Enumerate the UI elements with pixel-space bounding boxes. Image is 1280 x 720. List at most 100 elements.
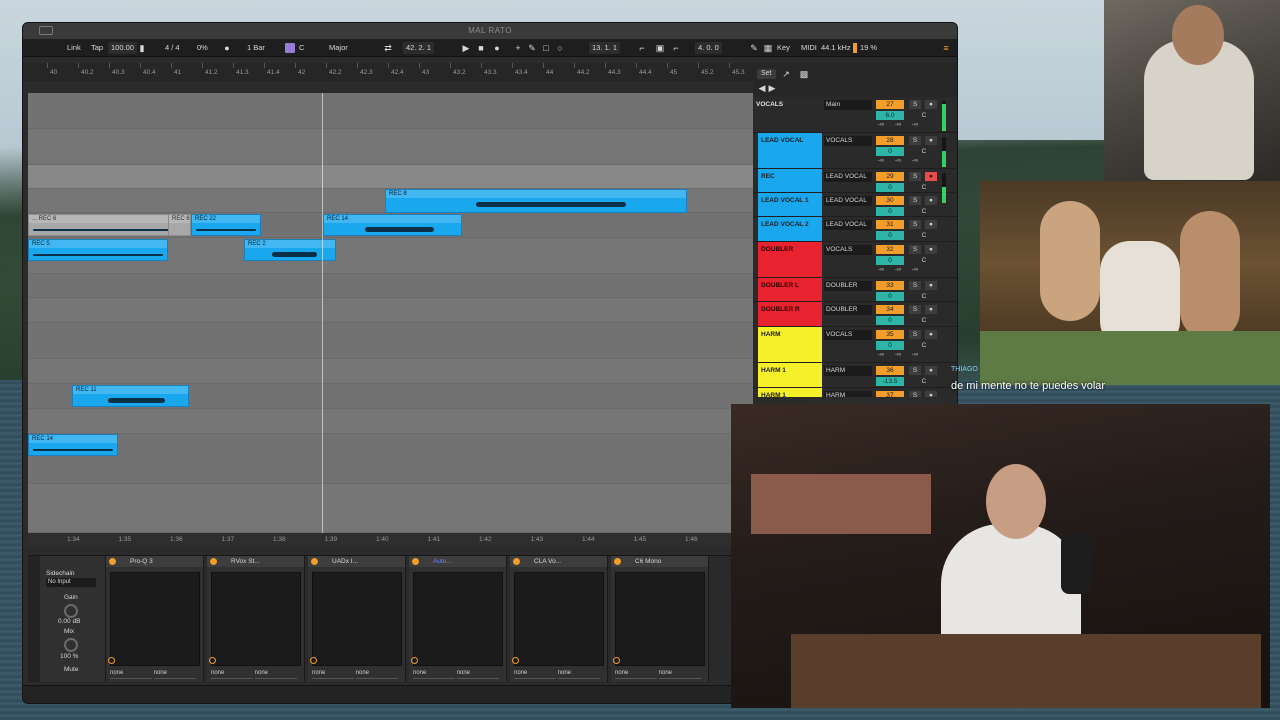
loop-length[interactable]: 4. 0. 0 (695, 42, 722, 54)
arm-button[interactable]: ● (925, 245, 937, 254)
output-routing-select[interactable]: VOCALS (824, 245, 872, 255)
device-knob[interactable] (613, 657, 620, 664)
device-routing[interactable]: none none (615, 668, 705, 679)
audio-clip[interactable]: REC 5 (28, 239, 168, 261)
track-volume[interactable]: 0 (876, 341, 904, 350)
device-title[interactable]: Auto... (409, 556, 506, 567)
audio-clip[interactable]: ... REC 6 (28, 214, 191, 236)
output-routing-select[interactable]: HARM (824, 366, 872, 376)
device-knob[interactable] (512, 657, 519, 664)
audio-clip[interactable]: REC 8 (385, 189, 687, 213)
device-power-icon[interactable] (614, 558, 621, 565)
record-mode-icon[interactable]: ● (222, 43, 232, 53)
scale-select[interactable]: Major (329, 42, 348, 54)
output-routing-select[interactable]: DOUBLER (824, 281, 872, 291)
midi-map-button[interactable]: MIDI (801, 42, 817, 54)
beat-ruler[interactable]: 40 40.2 40.3 40.4 41 41.2 41.3 41.4 42 42.2 42.3 42… (23, 63, 753, 81)
device-power-icon[interactable] (412, 558, 419, 565)
lane[interactable] (28, 165, 753, 189)
track-volume[interactable]: 0 (876, 183, 904, 192)
track-header[interactable]: LEAD VOCAL 1 LEAD VOCAL 30 S ● 0 C (753, 193, 957, 217)
time-signature[interactable]: 4 / 4 (165, 42, 180, 54)
track-activator[interactable]: 30 (876, 196, 904, 205)
record-icon[interactable]: ● (492, 43, 502, 53)
plugin-device[interactable]: Pro-Q 3 none none (106, 556, 204, 682)
arm-button[interactable]: ● (925, 196, 937, 205)
track-activator[interactable]: 36 (876, 366, 904, 375)
device-power-icon[interactable] (311, 558, 318, 565)
pan-control[interactable]: C (919, 256, 929, 265)
arm-button[interactable]: ● (925, 391, 937, 397)
scale-mode-icon[interactable] (285, 43, 295, 53)
key-map-button[interactable]: Key (777, 42, 790, 54)
device-routing[interactable]: none none (514, 668, 604, 679)
track-header[interactable]: HARM VOCALS 35 S ● 0 C -∞ -∞ -∞ (753, 327, 957, 363)
plugin-window[interactable] (312, 572, 402, 666)
sidechain-input-select[interactable]: No Input (46, 578, 96, 587)
device-title[interactable]: Pro-Q 3 (106, 556, 203, 567)
quantize-select[interactable]: 1 Bar (247, 42, 265, 54)
track-name[interactable]: LEAD VOCAL 1 (758, 193, 822, 216)
arm-button[interactable]: ● (925, 136, 937, 145)
lane[interactable] (28, 129, 753, 165)
plugin-window[interactable] (413, 572, 503, 666)
track-name[interactable]: LEAD VOCAL 2 (758, 217, 822, 241)
pan-control[interactable]: C (919, 207, 929, 216)
plugin-device[interactable]: UADx I... none none (308, 556, 406, 682)
device-routing[interactable]: none none (211, 668, 301, 679)
draw-mode-icon[interactable]: ✎ (749, 43, 759, 53)
lane[interactable] (28, 359, 753, 384)
nav-prev-icon[interactable]: ◀ (757, 83, 767, 93)
audio-clip[interactable]: REC 14 (323, 214, 462, 236)
output-routing-select[interactable]: VOCALS (824, 136, 872, 146)
loop-icon[interactable]: ○ (555, 43, 565, 53)
device-knob[interactable] (411, 657, 418, 664)
solo-button[interactable]: S (909, 305, 921, 314)
device-knob[interactable] (209, 657, 216, 664)
tempo-field[interactable]: 100.00 (108, 42, 137, 54)
overdub-icon[interactable]: + (513, 43, 523, 53)
track-activator[interactable]: 32 (876, 245, 904, 254)
audio-clip[interactable]: REC 22 (191, 214, 261, 236)
nav-next-icon[interactable]: ▶ (767, 83, 777, 93)
device-title[interactable]: UADx I... (308, 556, 405, 567)
lane[interactable] (28, 409, 753, 434)
pan-control[interactable]: C (919, 341, 929, 350)
track-name[interactable]: DOUBLER R (758, 302, 822, 326)
solo-button[interactable]: S (909, 220, 921, 229)
link-button[interactable]: Link (67, 42, 81, 54)
lane[interactable] (28, 298, 753, 323)
track-header[interactable]: DOUBLER L DOUBLER 33 S ● 0 C (753, 278, 957, 302)
arrangement-view[interactable]: REC 8 ... REC 6 REC 6 REC 22 REC 14 REC … (28, 93, 753, 533)
lane[interactable] (28, 484, 753, 533)
pan-control[interactable]: C (919, 183, 929, 192)
output-routing-select[interactable]: Main (824, 100, 872, 110)
track-name[interactable]: DOUBLER (758, 242, 822, 277)
track-name[interactable]: LEAD VOCAL (758, 133, 822, 168)
track-volume[interactable]: 0 (876, 231, 904, 240)
solo-button[interactable]: S (909, 281, 921, 290)
arm-button[interactable]: ● (925, 281, 937, 290)
playhead[interactable] (322, 93, 323, 533)
audio-clip[interactable]: REC 11 (72, 385, 189, 407)
solo-button[interactable]: S (909, 100, 921, 109)
track-header[interactable]: REC LEAD VOCAL 29 S ● 0 C (753, 169, 957, 203)
capture-icon[interactable]: □ (541, 43, 551, 53)
plugin-window[interactable] (211, 572, 301, 666)
arm-button[interactable]: ● (925, 305, 937, 314)
swing-field[interactable]: 0% (197, 42, 208, 54)
punch-in-icon[interactable]: ⌐ (637, 43, 647, 53)
track-activator[interactable]: 33 (876, 281, 904, 290)
pan-control[interactable]: C (919, 231, 929, 240)
gain-knob[interactable] (64, 604, 78, 618)
loop-switch-icon[interactable]: ▣ (655, 43, 665, 53)
pan-control[interactable]: C (919, 111, 929, 120)
device-routing[interactable]: none none (110, 668, 200, 679)
audio-clip[interactable]: REC 14 (28, 434, 118, 456)
plugin-window[interactable] (110, 572, 200, 666)
track-activator[interactable]: 37 (876, 391, 904, 397)
pan-control[interactable]: C (919, 316, 929, 325)
output-routing-select[interactable]: VOCALS (824, 330, 872, 340)
output-routing-select[interactable]: LEAD VOCAL (824, 220, 872, 230)
automation-arm-icon[interactable]: ✎ (527, 43, 537, 53)
